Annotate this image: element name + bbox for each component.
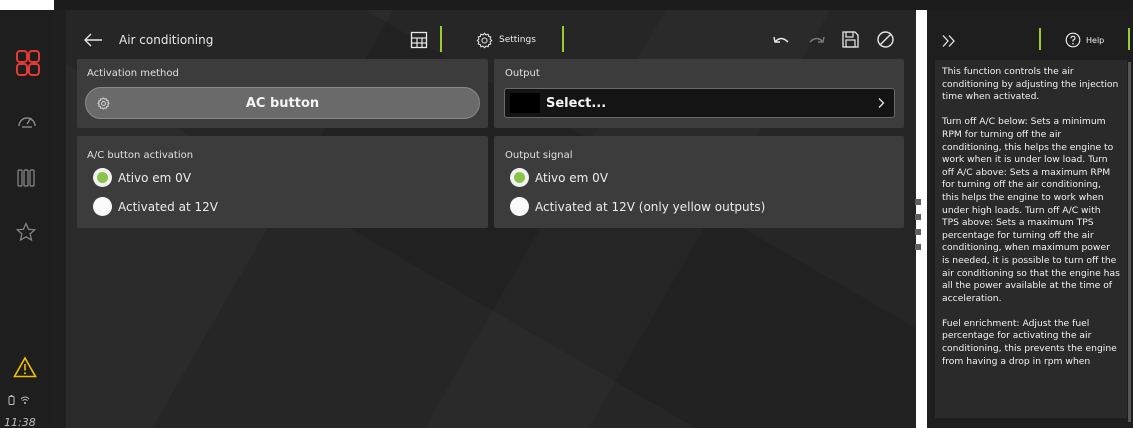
radio-label: Activated at 12V [118, 199, 218, 214]
help-paragraph: Turn off A/C below: Sets a minimum RPM f… [942, 116, 1120, 304]
ac-button[interactable]: AC button [85, 87, 480, 119]
radio-label: Ativo em 0V [535, 170, 609, 185]
radio-unselected-indicator [510, 197, 529, 216]
columns-icon[interactable] [16, 168, 36, 188]
app-logo-icon[interactable] [16, 50, 40, 76]
table-view-icon[interactable] [410, 31, 428, 49]
radio-output-active-0v[interactable]: Ativo em 0V [510, 168, 608, 187]
tab-settings-label: Settings [499, 35, 536, 45]
tab-divider-left [440, 26, 442, 52]
tab-divider-right [562, 26, 564, 52]
radio-output-active-12v[interactable]: Activated at 12V (only yellow outputs) [510, 197, 765, 216]
ac-button-activation-label: A/C button activation [87, 150, 194, 161]
gear-icon [97, 97, 110, 110]
save-icon[interactable] [841, 30, 860, 49]
gauge-icon[interactable] [16, 112, 38, 128]
cancel-icon[interactable] [876, 30, 895, 49]
help-button[interactable]: Help [1065, 32, 1104, 48]
radio-ac-active-12v[interactable]: Activated at 12V [93, 197, 218, 216]
warning-icon[interactable] [13, 356, 37, 378]
output-card: Output Select... [494, 59, 904, 128]
ac-button-activation-card: A/C button activation Ativo em 0V Activa… [77, 136, 488, 228]
help-paragraph: This function controls the air condition… [942, 66, 1119, 103]
radio-label: Activated at 12V (only yellow outputs) [535, 199, 766, 214]
collapse-panel-icon[interactable] [941, 34, 957, 48]
radio-selected-indicator [510, 168, 529, 187]
back-arrow-icon[interactable] [82, 29, 104, 51]
panel-grip-dot [915, 214, 921, 220]
output-label: Output [505, 68, 540, 79]
output-signal-label: Output signal [505, 150, 573, 161]
help-scrollbar[interactable] [1128, 62, 1131, 422]
radio-selected-indicator [93, 168, 112, 187]
help-paragraph: Fuel enrichment: Adjust the fuel percent… [942, 317, 1117, 367]
left-rail: 11:38 [0, 10, 54, 428]
help-button-label: Help [1086, 35, 1105, 45]
panel-grip-dot [915, 199, 921, 205]
tab-settings[interactable]: Settings [476, 31, 536, 49]
page-title: Air conditioning [119, 33, 214, 47]
rail-gutter [54, 10, 66, 428]
clock-text: 11:38 [4, 416, 36, 428]
help-divider-left [1039, 28, 1041, 50]
output-select[interactable]: Select... [504, 88, 895, 118]
radio-label: Ativo em 0V [118, 170, 192, 185]
help-panel: Help This function controls the air cond… [927, 10, 1133, 428]
ac-button-label: AC button [245, 95, 320, 111]
activation-method-label: Activation method [87, 68, 179, 79]
gear-icon [476, 32, 493, 48]
redo-icon[interactable] [807, 32, 827, 48]
star-icon[interactable] [16, 222, 36, 242]
output-color-swatch [510, 93, 540, 113]
undo-icon[interactable] [771, 32, 791, 48]
help-divider-right [1128, 28, 1130, 50]
radio-unselected-indicator [93, 197, 112, 216]
radio-ac-active-0v[interactable]: Ativo em 0V [93, 168, 191, 187]
panel-grip-dot [915, 244, 921, 250]
chevron-right-icon [878, 98, 885, 108]
help-icon [1065, 32, 1081, 48]
battery-wifi-status-icon [8, 395, 30, 405]
toolbar: Air conditioning Settings [66, 22, 916, 58]
output-signal-card: Output signal Ativo em 0V Activated at 1… [494, 136, 904, 228]
top-strip-dark [54, 0, 1133, 10]
help-text-area[interactable]: This function controls the air condition… [935, 60, 1127, 418]
top-strip [0, 0, 1133, 10]
output-select-value: Select... [546, 96, 607, 111]
activation-method-card: Activation method AC button [77, 59, 488, 128]
panel-grip-dot [915, 229, 921, 235]
